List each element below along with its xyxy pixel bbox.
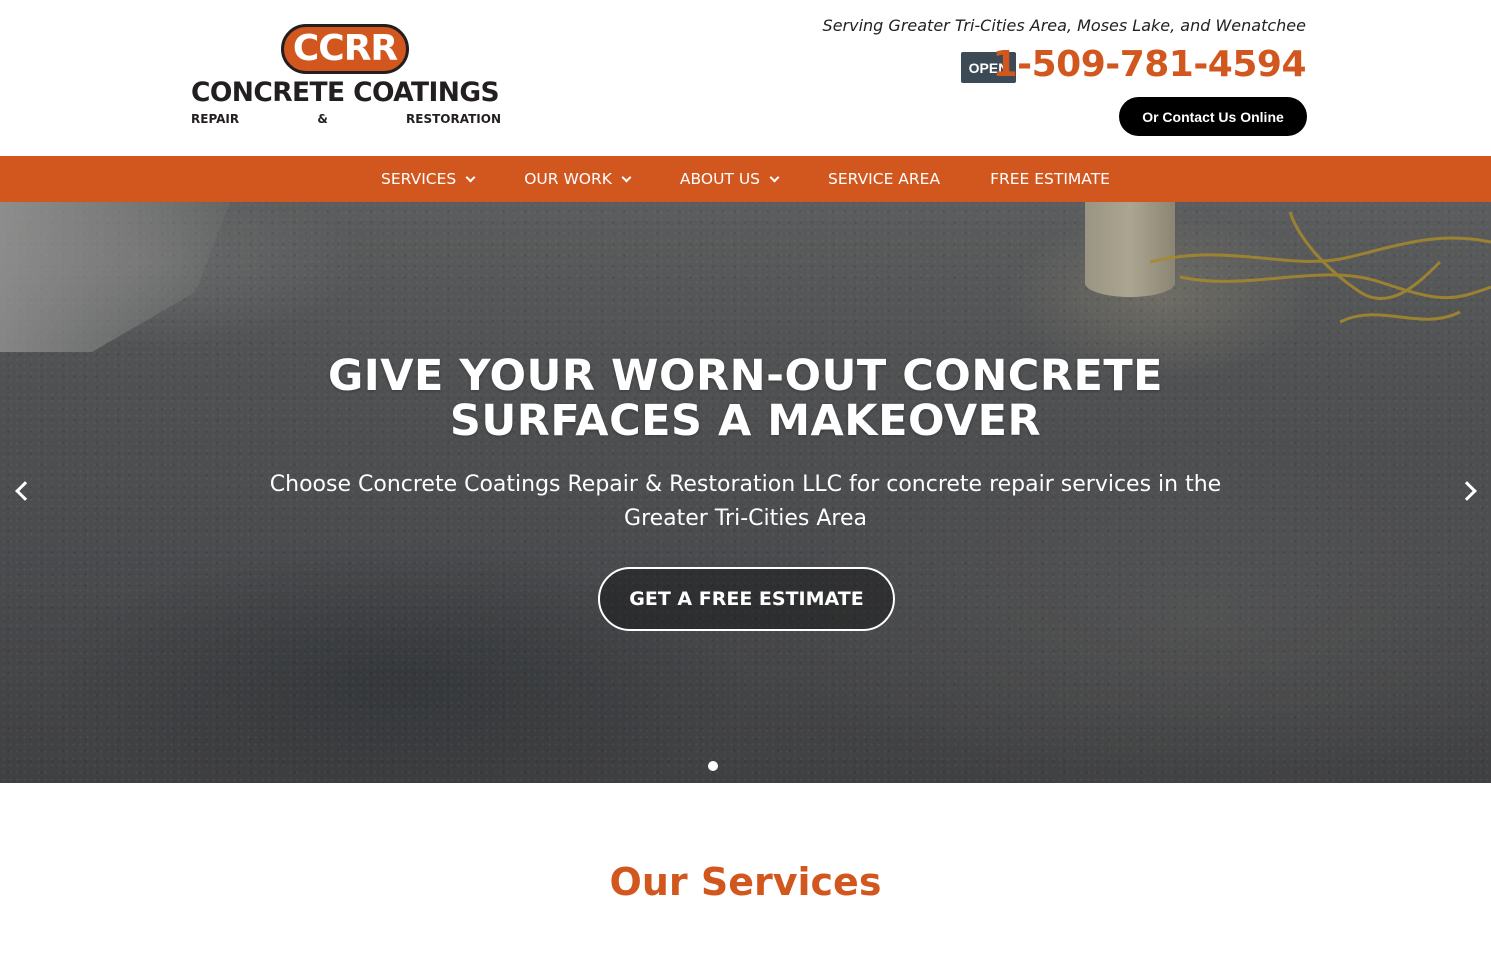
- nav-item-label: SERVICES: [381, 170, 457, 188]
- hero-slider: GIVE YOUR WORN-OUT CONCRETE SURFACES A M…: [0, 202, 1491, 783]
- nav-item-label: ABOUT US: [679, 170, 761, 188]
- nav-item-label: OUR WORK: [524, 170, 612, 188]
- logo-title: CONCRETE COATINGS: [191, 77, 500, 108]
- hero-title-line: SURFACES A MAKEOVER: [449, 396, 1042, 446]
- nav-item-label: FREE ESTIMATE: [990, 170, 1110, 188]
- site-header: CCRR CONCRETE COATINGS REPAIR & RESTORAT…: [0, 0, 1491, 156]
- hero-title-line: GIVE YOUR WORN-OUT CONCRETE: [327, 351, 1164, 401]
- logo-badge: CCRR: [281, 24, 409, 74]
- slider-dot[interactable]: [708, 761, 718, 771]
- chevron-down-icon: [769, 172, 780, 182]
- logo-subtitle-word: REPAIR: [191, 112, 240, 126]
- logo-subtitle: REPAIR & RESTORATION: [191, 113, 501, 125]
- nav-item-service-area[interactable]: SERVICE AREA: [828, 170, 940, 188]
- logo-subtitle-word: RESTORATION: [406, 112, 501, 126]
- nav-item-services[interactable]: SERVICES: [381, 170, 476, 188]
- nav-item-free-estimate[interactable]: FREE ESTIMATE: [990, 170, 1110, 188]
- site-logo[interactable]: CCRR CONCRETE COATINGS REPAIR & RESTORAT…: [189, 24, 501, 128]
- main-nav: SERVICES OUR WORK ABOUT US SERVICE AREA …: [0, 156, 1491, 202]
- contact-online-button[interactable]: Or Contact Us Online: [1119, 97, 1307, 136]
- services-heading: Our Services: [609, 860, 882, 904]
- nav-item-our-work[interactable]: OUR WORK: [524, 170, 632, 188]
- phone-number-link[interactable]: 1-509-781-4594: [993, 44, 1307, 85]
- chevron-down-icon: [465, 172, 476, 182]
- logo-subtitle-word: &: [317, 112, 328, 126]
- logo-badge-text: CCRR: [292, 28, 398, 69]
- chevron-down-icon: [621, 172, 632, 182]
- nav-item-about-us[interactable]: ABOUT US: [679, 170, 780, 188]
- nav-item-label: SERVICE AREA: [828, 170, 941, 188]
- hero-subtitle: Choose Concrete Coatings Repair & Restor…: [269, 472, 1222, 531]
- service-area-tagline: Serving Greater Tri-Cities Area, Moses L…: [822, 16, 1306, 35]
- free-estimate-button[interactable]: GET A FREE ESTIMATE: [598, 567, 895, 631]
- hero-title: GIVE YOUR WORN-OUT CONCRETE SURFACES A M…: [0, 354, 1491, 444]
